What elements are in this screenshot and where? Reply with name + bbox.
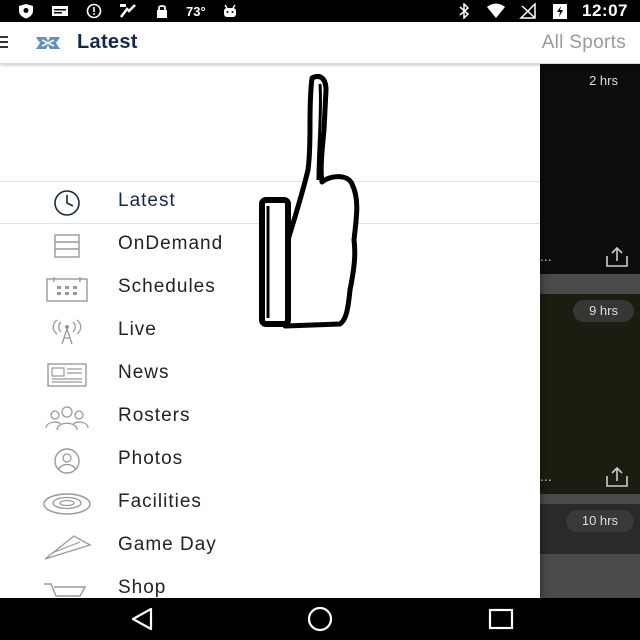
drawer-item-latest[interactable]: Latest	[0, 181, 540, 224]
share-icon[interactable]	[604, 246, 630, 268]
newspaper-icon	[40, 361, 94, 389]
drawer-item-label: Facilities	[118, 491, 202, 512]
drawer-item-label: OnDemand	[118, 233, 224, 254]
feed-card[interactable]: 2 hrs ...	[540, 64, 640, 274]
person-photo-icon	[40, 447, 94, 475]
list-icon	[40, 232, 94, 260]
menu-icon[interactable]	[0, 36, 8, 50]
app-bar: Latest All Sports	[0, 22, 640, 64]
broadcast-icon	[40, 318, 94, 346]
wifi-icon	[486, 3, 506, 19]
lock-icon	[152, 3, 172, 19]
drawer-item-rosters[interactable]: Rosters	[0, 396, 540, 439]
feed-background: 2 hrs ... 9 hrs ... 10 hrs	[540, 64, 640, 598]
card-more[interactable]: ...	[540, 468, 552, 484]
drawer-item-live[interactable]: Live	[0, 310, 540, 353]
system-nav-bar	[0, 598, 640, 640]
bluetooth-icon	[454, 2, 474, 20]
message-icon	[50, 3, 70, 19]
drawer-item-facilities[interactable]: Facilities	[0, 482, 540, 525]
signal-icon	[518, 2, 538, 19]
stadium-icon	[40, 490, 94, 518]
drawer-item-label: Photos	[118, 448, 184, 469]
drawer-item-label: Schedules	[118, 276, 216, 297]
team-logo-icon	[34, 33, 62, 53]
drawer-item-ondemand[interactable]: OnDemand	[0, 224, 540, 267]
drawer-item-label: Shop	[118, 577, 167, 598]
feed-card[interactable]: 10 hrs	[540, 504, 640, 554]
status-bar: 73° 12:07	[0, 0, 640, 22]
card-timestamp: 10 hrs	[565, 510, 634, 532]
drawer-item-label: Game Day	[118, 534, 217, 555]
clock-icon	[40, 189, 94, 217]
drawer-item-news[interactable]: News	[0, 353, 540, 396]
battery-icon	[550, 3, 570, 19]
page-title: Latest	[77, 31, 138, 53]
pennant-icon	[40, 533, 94, 561]
card-more[interactable]: ...	[540, 248, 552, 264]
clock-time: 12:07	[582, 1, 628, 20]
drawer-item-game-day[interactable]: Game Day	[0, 525, 540, 568]
temperature: 73°	[186, 3, 206, 19]
drawer-item-photos[interactable]: Photos	[0, 439, 540, 482]
drawer-item-label: Live	[118, 319, 157, 340]
drawer-item-shop[interactable]: Shop	[0, 568, 540, 598]
status-bar-left: 73°	[16, 0, 240, 22]
calendar-icon	[40, 275, 94, 303]
recents-icon[interactable]	[486, 606, 516, 632]
shield-icon	[16, 3, 36, 19]
back-icon[interactable]	[127, 606, 157, 632]
fav-icon	[118, 3, 138, 19]
home-icon[interactable]	[305, 606, 335, 632]
android-icon	[220, 3, 240, 19]
navigation-drawer: Latest OnDemand Schedules Live News Rost…	[0, 64, 540, 598]
share-icon[interactable]	[604, 466, 630, 488]
card-timestamp: 2 hrs	[589, 73, 618, 88]
all-sports-selector[interactable]: All Sports	[542, 32, 626, 54]
drawer-item-label: Rosters	[118, 405, 191, 426]
info-icon	[84, 3, 104, 19]
drawer-item-label: Latest	[118, 190, 176, 211]
drawer-item-label: News	[118, 362, 170, 383]
status-bar-right: 12:07	[454, 0, 628, 22]
drawer-item-schedules[interactable]: Schedules	[0, 267, 540, 310]
card-timestamp: 9 hrs	[573, 300, 634, 322]
cart-icon	[40, 576, 94, 598]
feed-card[interactable]: 9 hrs ...	[540, 294, 640, 494]
group-icon	[40, 404, 94, 432]
